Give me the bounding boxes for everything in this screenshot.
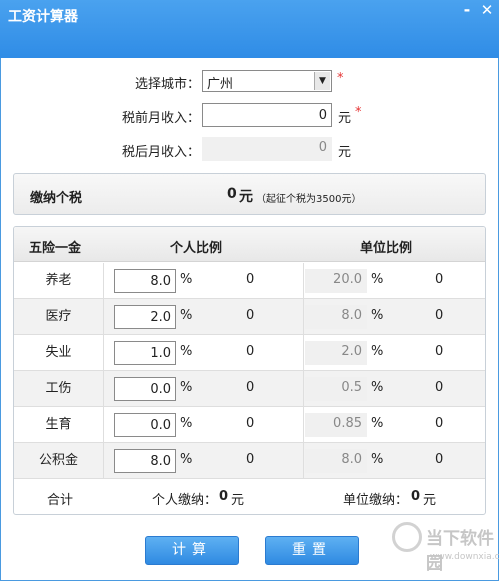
- personal-amount: 0: [246, 272, 255, 287]
- percent-sign: %: [371, 416, 384, 431]
- table-header: 五险一金 个人比例 单位比例: [14, 227, 485, 262]
- header-company: 单位比例: [360, 241, 413, 256]
- chevron-down-icon[interactable]: ▼: [314, 72, 330, 90]
- percent-sign: %: [180, 344, 193, 359]
- required-mark-pretax: *: [355, 105, 362, 120]
- company-total-unit: 元: [423, 493, 437, 508]
- pretax-unit: 元: [338, 111, 352, 126]
- close-button[interactable]: ✕: [479, 2, 495, 18]
- pretax-income-input[interactable]: [202, 103, 332, 127]
- personal-rate-input[interactable]: [114, 413, 176, 437]
- company-amount: 0: [435, 272, 444, 287]
- table-row: 养老 % 0 20.0 % 0: [14, 263, 485, 299]
- window-title: 工资计算器: [8, 9, 78, 25]
- personal-rate-input[interactable]: [114, 341, 176, 365]
- row-name: 失业: [14, 335, 104, 370]
- row-name: 工伤: [14, 371, 104, 406]
- watermark-en: www.downxia.com: [430, 552, 499, 562]
- table-row: 工伤 % 0 0.5 % 0: [14, 371, 485, 407]
- row-name: 医疗: [14, 299, 104, 334]
- city-select[interactable]: 广州 ▼: [202, 70, 332, 92]
- header-name: 五险一金: [29, 241, 82, 256]
- personal-amount: 0: [246, 308, 255, 323]
- percent-sign: %: [371, 380, 384, 395]
- total-label: 合计: [47, 493, 74, 508]
- watermark: 当下软件园 www.downxia.com: [392, 520, 499, 574]
- percent-sign: %: [371, 452, 384, 467]
- aftertax-label: 税后月收入：: [121, 145, 200, 160]
- personal-amount: 0: [246, 452, 255, 467]
- company-rate: 8.0: [305, 305, 367, 329]
- table-row: 医疗 % 0 8.0 % 0: [14, 299, 485, 335]
- company-rate: 8.0: [305, 449, 367, 473]
- row-name: 养老: [14, 263, 104, 298]
- tax-value: 0: [227, 186, 237, 202]
- table-row: 公积金 % 0 8.0 % 0: [14, 443, 485, 479]
- personal-rate-input[interactable]: [114, 449, 176, 473]
- company-rate: 0.85: [305, 413, 367, 437]
- personal-rate-input[interactable]: [114, 269, 176, 293]
- table-row: 失业 % 0 2.0 % 0: [14, 335, 485, 371]
- tax-note: （起征个税为3500元）: [256, 194, 362, 205]
- table-footer: 合计 个人缴纳： 0 元 单位缴纳： 0 元: [14, 478, 485, 514]
- header-personal: 个人比例: [170, 241, 223, 256]
- watermark-cn: 当下软件园: [426, 529, 494, 574]
- percent-sign: %: [180, 416, 193, 431]
- percent-sign: %: [180, 452, 193, 467]
- aftertax-income-value: 0: [202, 137, 332, 161]
- company-amount: 0: [435, 344, 444, 359]
- personal-amount: 0: [246, 344, 255, 359]
- personal-rate-input[interactable]: [114, 377, 176, 401]
- company-total-label: 单位缴纳：: [343, 493, 409, 508]
- company-amount: 0: [435, 452, 444, 467]
- company-total-value: 0: [411, 489, 421, 504]
- required-mark-city: *: [337, 71, 344, 86]
- city-select-value: 广州: [207, 77, 234, 92]
- personal-amount: 0: [246, 380, 255, 395]
- personal-amount: 0: [246, 416, 255, 431]
- calculate-button[interactable]: 计算: [145, 536, 239, 565]
- pretax-label: 税前月收入：: [121, 111, 200, 126]
- company-amount: 0: [435, 416, 444, 431]
- row-name: 生育: [14, 407, 104, 442]
- company-amount: 0: [435, 308, 444, 323]
- percent-sign: %: [371, 272, 384, 287]
- insurance-table: 五险一金 个人比例 单位比例 养老 % 0 20.0 % 0 医疗 % 0 8.…: [13, 226, 486, 515]
- tax-unit: 元: [239, 189, 253, 205]
- company-rate: 2.0: [305, 341, 367, 365]
- personal-total-unit: 元: [231, 493, 245, 508]
- tax-label: 缴纳个税: [30, 191, 83, 206]
- row-name: 公积金: [14, 443, 104, 478]
- personal-total-label: 个人缴纳：: [152, 493, 218, 508]
- percent-sign: %: [180, 380, 193, 395]
- percent-sign: %: [371, 344, 384, 359]
- table-row: 生育 % 0 0.85 % 0: [14, 407, 485, 443]
- aftertax-unit: 元: [338, 145, 352, 160]
- city-label: 选择城市：: [134, 77, 200, 92]
- company-amount: 0: [435, 380, 444, 395]
- percent-sign: %: [180, 272, 193, 287]
- percent-sign: %: [371, 308, 384, 323]
- company-rate: 0.5: [305, 377, 367, 401]
- reset-button[interactable]: 重置: [265, 536, 359, 565]
- watermark-logo-icon: [392, 522, 422, 552]
- personal-total-value: 0: [219, 489, 229, 504]
- minimize-button[interactable]: -: [461, 2, 473, 19]
- company-rate: 20.0: [305, 269, 367, 293]
- personal-rate-input[interactable]: [114, 305, 176, 329]
- percent-sign: %: [180, 308, 193, 323]
